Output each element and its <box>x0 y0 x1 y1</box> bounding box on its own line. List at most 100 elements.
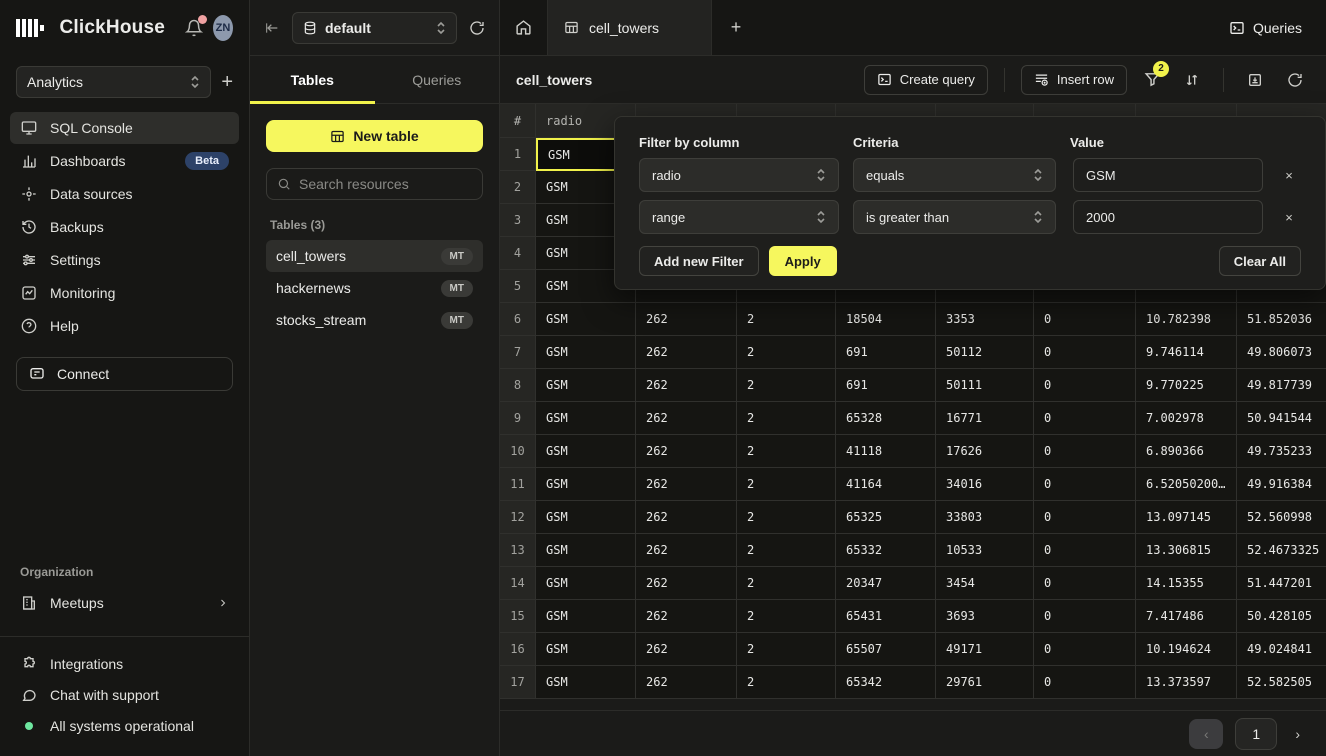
filter-value-input[interactable] <box>1073 200 1263 234</box>
table-cell[interactable]: 51.852036 <box>1237 303 1326 336</box>
new-tab-button[interactable]: + <box>712 0 760 55</box>
table-cell[interactable]: GSM <box>536 633 636 666</box>
table-cell[interactable]: 50112 <box>936 336 1034 369</box>
table-cell[interactable]: 50.941544 <box>1237 402 1326 435</box>
filter-criteria-select[interactable]: equals <box>853 158 1056 192</box>
table-cell[interactable]: GSM <box>536 435 636 468</box>
table-cell[interactable]: 10533 <box>936 534 1034 567</box>
table-cell[interactable]: 262 <box>636 303 737 336</box>
table-cell[interactable]: 7.417486 <box>1136 600 1237 633</box>
table-cell[interactable]: 10.782398 <box>1136 303 1237 336</box>
table-cell[interactable]: GSM <box>536 468 636 501</box>
table-cell[interactable]: 262 <box>636 369 737 402</box>
table-cell[interactable]: 0 <box>1034 501 1136 534</box>
tab-queries[interactable]: Queries <box>375 56 500 103</box>
refresh-databases-icon[interactable] <box>469 20 485 36</box>
sidebar-item-monitoring[interactable]: Monitoring <box>10 277 239 309</box>
table-cell[interactable]: 50111 <box>936 369 1034 402</box>
sidebar-item-dashboards[interactable]: Dashboards Beta <box>10 145 239 177</box>
table-cell[interactable]: 0 <box>1034 336 1136 369</box>
table-cell[interactable]: 3693 <box>936 600 1034 633</box>
table-cell[interactable]: 2 <box>737 435 836 468</box>
table-cell[interactable]: 49.916384 <box>1237 468 1326 501</box>
table-cell[interactable]: 13.373597 <box>1136 666 1237 699</box>
table-cell[interactable]: 65332 <box>836 534 936 567</box>
table-cell[interactable]: 7.002978 <box>1136 402 1237 435</box>
workspace-select[interactable]: Analytics <box>16 66 211 98</box>
table-list-item-stocks-stream[interactable]: stocks_stream MT <box>266 304 483 336</box>
system-status[interactable]: All systems operational <box>10 711 239 741</box>
table-cell[interactable]: 2 <box>737 600 836 633</box>
add-workspace-button[interactable]: + <box>221 72 233 92</box>
table-cell[interactable]: 9.770225 <box>1136 369 1237 402</box>
table-cell[interactable]: 262 <box>636 402 737 435</box>
table-cell[interactable]: 0 <box>1034 369 1136 402</box>
filter-criteria-select[interactable]: is greater than <box>853 200 1056 234</box>
table-cell[interactable]: 0 <box>1034 633 1136 666</box>
table-cell[interactable]: 2 <box>737 468 836 501</box>
table-cell[interactable]: 262 <box>636 534 737 567</box>
table-cell[interactable]: 41164 <box>836 468 936 501</box>
table-cell[interactable]: GSM <box>536 402 636 435</box>
table-cell[interactable]: 65507 <box>836 633 936 666</box>
table-cell[interactable]: 2 <box>737 567 836 600</box>
table-cell[interactable]: 262 <box>636 567 737 600</box>
table-cell[interactable]: 0 <box>1034 303 1136 336</box>
sidebar-item-chat-support[interactable]: Chat with support <box>10 680 239 710</box>
table-cell[interactable]: 41118 <box>836 435 936 468</box>
table-cell[interactable]: 17626 <box>936 435 1034 468</box>
sidebar-item-settings[interactable]: Settings <box>10 244 239 276</box>
sidebar-item-backups[interactable]: Backups <box>10 211 239 243</box>
filter-button[interactable]: 2 <box>1137 65 1167 95</box>
table-cell[interactable]: 262 <box>636 468 737 501</box>
search-box[interactable] <box>266 168 483 200</box>
table-cell[interactable]: 29761 <box>936 666 1034 699</box>
table-cell[interactable]: 0 <box>1034 567 1136 600</box>
search-input[interactable] <box>299 176 472 192</box>
table-cell[interactable]: 2 <box>737 369 836 402</box>
table-cell[interactable]: 10.194624 <box>1136 633 1237 666</box>
table-cell[interactable]: 691 <box>836 336 936 369</box>
apply-button[interactable]: Apply <box>769 246 837 276</box>
table-cell[interactable]: 34016 <box>936 468 1034 501</box>
table-cell[interactable]: 49.817739 <box>1237 369 1326 402</box>
table-cell[interactable]: 33803 <box>936 501 1034 534</box>
table-cell[interactable]: GSM <box>536 501 636 534</box>
table-cell[interactable]: 65342 <box>836 666 936 699</box>
table-cell[interactable]: 13.306815 <box>1136 534 1237 567</box>
table-cell[interactable]: 2 <box>737 534 836 567</box>
remove-filter-button[interactable]: × <box>1277 163 1301 187</box>
sort-button[interactable] <box>1177 65 1207 95</box>
sidebar-item-data-sources[interactable]: Data sources <box>10 178 239 210</box>
table-cell[interactable]: 2 <box>737 402 836 435</box>
sidebar-item-sql-console[interactable]: SQL Console <box>10 112 239 144</box>
table-cell[interactable]: 0 <box>1034 468 1136 501</box>
table-cell[interactable]: 2 <box>737 501 836 534</box>
table-cell[interactable]: 51.447201 <box>1237 567 1326 600</box>
table-cell[interactable]: 2 <box>737 303 836 336</box>
table-cell[interactable]: 65328 <box>836 402 936 435</box>
table-cell[interactable]: 52.560998 <box>1237 501 1326 534</box>
sidebar-item-help[interactable]: Help <box>10 310 239 342</box>
table-cell[interactable]: 52.582505 <box>1237 666 1326 699</box>
add-filter-button[interactable]: Add new Filter <box>639 246 759 276</box>
filter-column-select[interactable]: radio <box>639 158 839 192</box>
connect-button[interactable]: Connect <box>16 357 233 391</box>
new-table-button[interactable]: New table <box>266 120 483 152</box>
table-cell[interactable]: 0 <box>1034 435 1136 468</box>
table-cell[interactable]: 49171 <box>936 633 1034 666</box>
notifications-bell-icon[interactable] <box>185 19 203 37</box>
table-cell[interactable]: 49.806073 <box>1237 336 1326 369</box>
table-cell[interactable]: 6.52050200… <box>1136 468 1237 501</box>
table-cell[interactable]: 2 <box>737 666 836 699</box>
table-cell[interactable]: 6.890366 <box>1136 435 1237 468</box>
table-cell[interactable]: 3454 <box>936 567 1034 600</box>
table-cell[interactable]: 49.024841 <box>1237 633 1326 666</box>
page-number[interactable]: 1 <box>1235 718 1277 750</box>
filter-column-select[interactable]: range <box>639 200 839 234</box>
table-cell[interactable]: 3353 <box>936 303 1034 336</box>
table-cell[interactable]: 52.4673325 <box>1237 534 1326 567</box>
table-cell[interactable]: 49.735233 <box>1237 435 1326 468</box>
collapse-panel-icon[interactable] <box>264 20 280 36</box>
download-button[interactable] <box>1240 65 1270 95</box>
